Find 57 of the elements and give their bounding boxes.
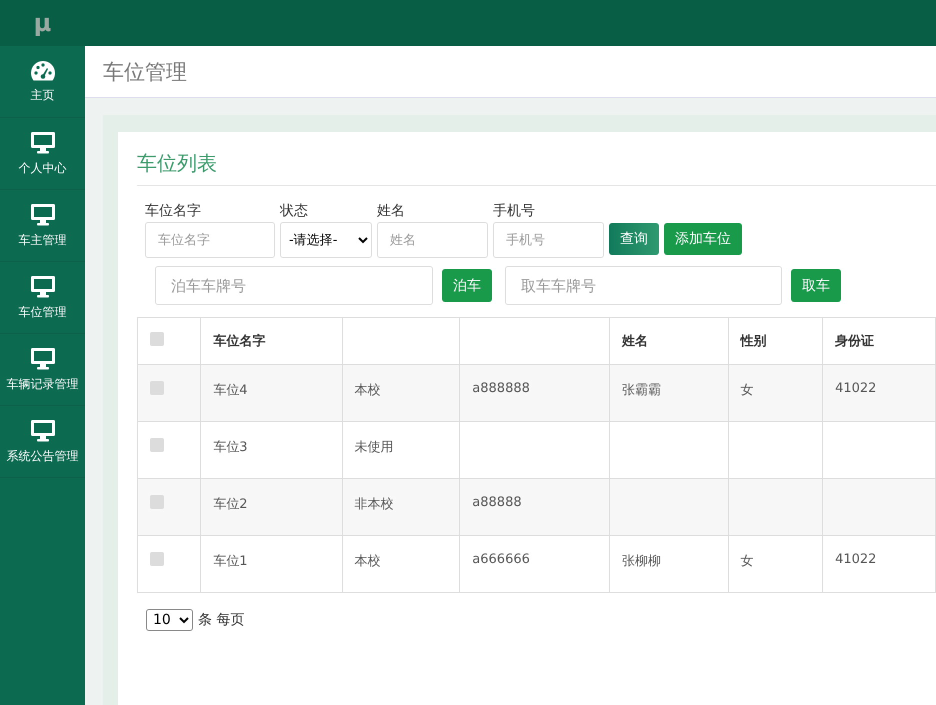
checkbox[interactable] [150, 495, 164, 509]
search-field[interactable]: 手机号 [493, 222, 604, 258]
sidebar-item[interactable]: 车位管理 [0, 262, 85, 334]
checkbox[interactable] [150, 332, 164, 346]
table-cell: 未使用 [354, 440, 394, 455]
table-cell: 41022 [835, 381, 876, 396]
table-cell: a666666 [472, 552, 530, 567]
pickup-button[interactable]: 取车 [791, 269, 841, 302]
sidebar-item[interactable]: 车主管理 [0, 190, 85, 262]
page-title: 车位管理 [85, 46, 936, 98]
monitor-icon [30, 202, 56, 226]
monitor-icon [30, 274, 56, 298]
table-cell: 张柳柳 [622, 554, 662, 569]
checkbox[interactable] [150, 552, 164, 566]
table-cell: 车位3 [213, 440, 248, 455]
filter-label: 车位名字 [145, 202, 202, 220]
filter-label: 手机号 [493, 202, 536, 220]
table-cell: a88888 [472, 495, 522, 510]
table-cell: 女 [740, 383, 754, 398]
table-cell: 车位1 [213, 554, 248, 569]
search-field[interactable]: 车位名字 [145, 222, 275, 258]
monitor-icon [30, 346, 56, 370]
search-field[interactable]: 姓名 [377, 222, 488, 258]
query-button[interactable]: 查询 [609, 223, 659, 255]
table-cell: 非本校 [354, 497, 394, 512]
column-header: 性别 [740, 334, 767, 349]
logo: μ [0, 0, 85, 46]
add-button[interactable]: 添加车位 [664, 223, 742, 255]
card-title: 车位列表 [137, 150, 936, 186]
table-cell: 张霸霸 [622, 383, 662, 398]
column-header: 身份证 [835, 334, 874, 349]
column-header: 车位名字 [213, 334, 266, 349]
filter-label: 状态 [280, 202, 309, 220]
sidebar-item[interactable]: 系统公告管理 [0, 406, 85, 478]
table-cell: 41022 [835, 552, 876, 567]
checkbox[interactable] [150, 438, 164, 452]
page-size-label: 条 每页 [198, 611, 244, 629]
table-cell: 车位4 [213, 383, 248, 398]
filter-label: 姓名 [377, 202, 406, 220]
table-cell: a888888 [472, 381, 530, 396]
table-cell: 本校 [354, 554, 380, 569]
park-button[interactable]: 泊车 [442, 269, 492, 302]
dashboard-icon [30, 60, 56, 82]
column-header: 姓名 [622, 334, 648, 349]
monitor-icon [30, 130, 56, 154]
plate-field[interactable]: 泊车车牌号 [155, 266, 433, 305]
monitor-icon [30, 418, 56, 442]
table-cell: 车位2 [213, 497, 248, 512]
checkbox[interactable] [150, 381, 164, 395]
sidebar-item[interactable]: 主页 [0, 46, 85, 118]
sidebar-item[interactable]: 个人中心 [0, 118, 85, 190]
status-select[interactable]: -请选择- [280, 222, 372, 258]
plate-field[interactable]: 取车车牌号 [505, 266, 782, 305]
table-cell: 女 [740, 554, 754, 569]
sidebar-item[interactable]: 车辆记录管理 [0, 334, 85, 406]
table-cell: 本校 [354, 383, 380, 398]
page-size-select[interactable]: 10 [146, 609, 193, 631]
